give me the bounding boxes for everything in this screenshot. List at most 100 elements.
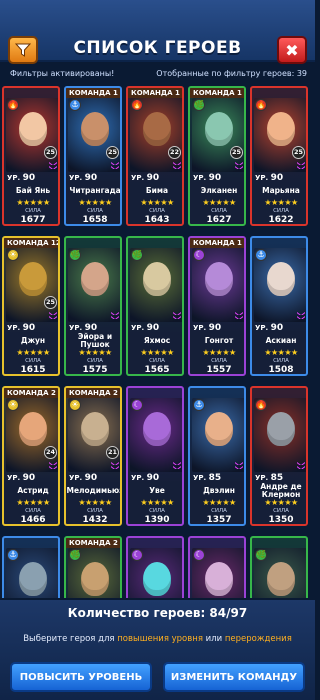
footer: Количество героев: 84/97 Выберите героя … — [0, 598, 315, 700]
page-title: СПИСОК ГЕРОЕВ — [73, 38, 242, 58]
hero-face — [205, 562, 233, 596]
level-prefix: УР. — [131, 474, 147, 482]
talent-badge: 25 — [292, 146, 305, 159]
hero-level: УР. 90 — [7, 323, 35, 333]
hero-card[interactable]: КОМАНДА 1 ⚓ 25 УР. 90 Читрангада ★★★★★ СИЛА 165… — [64, 86, 122, 226]
hero-face — [267, 412, 295, 446]
chevron-icon — [297, 316, 305, 319]
level-prefix: УР. — [7, 474, 23, 482]
chevron-icon — [49, 162, 57, 165]
hero-card[interactable]: ⚓ УР. 90 Аскиан ★★★★★ СИЛА 1508 — [250, 236, 308, 376]
hero-card[interactable]: КОМАНДА 2 🌿 — [64, 536, 122, 598]
element-icon: 🔥 — [255, 399, 267, 411]
rank-chevrons-icon — [173, 162, 181, 172]
star-rating: ★★★★★ — [202, 198, 236, 207]
hero-card[interactable]: 🌿 — [250, 536, 308, 598]
element-icon: 🌿 — [193, 99, 205, 111]
power-label: СИЛА — [273, 208, 289, 214]
hero-face — [143, 562, 171, 596]
hero-face — [267, 562, 295, 596]
level-value: 90 — [84, 173, 98, 183]
talent-badge: 21 — [106, 446, 119, 459]
hero-card[interactable]: ☾ — [126, 536, 184, 598]
star-rating: ★★★★★ — [140, 348, 174, 357]
hero-card[interactable]: 🔥 УР. 85 Андре де Клермон ★★★★★ СИЛА 1350 — [250, 386, 308, 526]
hero-level: УР. 90 — [131, 473, 159, 483]
level-prefix: УР. — [255, 324, 271, 332]
hero-level: УР. 90 — [255, 173, 283, 183]
chevron-icon — [297, 162, 305, 165]
rank-chevrons-icon — [111, 312, 119, 322]
element-icon: 🔥 — [131, 99, 143, 111]
header: СПИСОК ГЕРОЕВ ✖ — [0, 0, 315, 64]
hero-face — [267, 112, 295, 146]
hero-face — [19, 262, 47, 296]
hero-face — [81, 262, 109, 296]
element-icon: 🌿 — [69, 549, 81, 561]
filter-button[interactable] — [8, 36, 38, 64]
hero-card[interactable]: 🌿 УР. 90 Эйора и Пушок ★★★★★ СИЛА 1575 — [64, 236, 122, 376]
hero-card[interactable]: ☾ УР. 90 Уве ★★★★★ СИЛА 1390 — [126, 386, 184, 526]
chevron-icon — [111, 166, 119, 169]
hero-card[interactable]: ⚓ — [2, 536, 60, 598]
element-icon: ☾ — [193, 549, 205, 561]
chevron-icon — [173, 462, 181, 465]
level-prefix: УР. — [193, 174, 209, 182]
chevron-icon — [49, 166, 57, 169]
hero-card[interactable]: ⚓ УР. 85 Двэлин ★★★★★ СИЛА 1357 — [188, 386, 246, 526]
hero-face — [81, 412, 109, 446]
hero-card[interactable]: КОМАНДА 1 ☾ УР. 90 Гонгот ★★★★★ СИЛА 1557 — [188, 236, 246, 376]
level-up-button[interactable]: ПОВЫСИТЬ УРОВЕНЬ — [10, 662, 152, 692]
chevron-icon — [173, 166, 181, 169]
hint-text: Выберите героя для повышения уровня или … — [0, 634, 315, 644]
change-team-button[interactable]: ИЗМЕНИТЬ КОМАНДУ — [163, 662, 305, 692]
hero-face — [205, 262, 233, 296]
hero-power: 1357 — [206, 515, 232, 525]
star-rating: ★★★★★ — [78, 498, 112, 507]
level-prefix: УР. — [69, 474, 85, 482]
hero-card[interactable]: КОМАНДА 1 🔥 22 УР. 90 Бима ★★★★★ СИЛА 1643 — [126, 86, 184, 226]
star-rating: ★★★★★ — [264, 498, 298, 507]
hero-level: УР. 90 — [193, 173, 221, 183]
element-icon: ⚓ — [7, 549, 19, 561]
star-rating: ★★★★★ — [78, 198, 112, 207]
power-label: СИЛА — [149, 358, 165, 364]
filter-bar: Фильтры активированы! Отобранные по филь… — [0, 66, 315, 82]
hero-power: 1615 — [20, 365, 46, 375]
star-rating: ★★★★★ — [140, 498, 174, 507]
chevron-icon — [235, 462, 243, 465]
hero-card[interactable]: 🔥 25 УР. 90 Бай Янь ★★★★★ СИЛА 1677 — [2, 86, 60, 226]
hero-card[interactable]: КОМАНДА 1 🌿 25 УР. 90 Элканен ★★★★★ СИЛА 1627 — [188, 86, 246, 226]
hero-card[interactable]: КОМАНДА 2 ☀ 21 УР. 90 Мелодимьюз ★★★★★ СИЛА 143… — [64, 386, 122, 526]
chevron-icon — [49, 316, 57, 319]
element-icon: ☀ — [69, 399, 81, 411]
element-icon: ☾ — [131, 549, 143, 561]
level-value: 90 — [208, 173, 222, 183]
close-button[interactable]: ✖ — [277, 36, 307, 64]
hero-card[interactable]: 🔥 25 УР. 90 Марьяна ★★★★★ СИЛА 1622 — [250, 86, 308, 226]
chevron-icon — [49, 462, 57, 465]
hero-card[interactable]: КОМАНДА 2 ☀ 24 УР. 90 Астрид ★★★★★ СИЛА 1466 — [2, 386, 60, 526]
hero-power: 1622 — [268, 215, 294, 225]
chevron-icon — [235, 466, 243, 469]
hero-power: 1627 — [206, 215, 232, 225]
rank-chevrons-icon — [235, 162, 243, 172]
chevron-icon — [111, 462, 119, 465]
hero-level: УР. 90 — [69, 473, 97, 483]
filter-status: Фильтры активированы! — [10, 69, 115, 78]
filter-count: Отобранные по фильтру героев: 39 — [156, 69, 307, 78]
power-label: СИЛА — [87, 208, 103, 214]
rank-chevrons-icon — [49, 462, 57, 472]
power-label: СИЛА — [273, 358, 289, 364]
hero-card[interactable]: 🌿 УР. 90 Яхмос ★★★★★ СИЛА 1565 — [126, 236, 184, 376]
power-label: СИЛА — [211, 358, 227, 364]
chevron-icon — [297, 312, 305, 315]
talent-badge: 25 — [44, 146, 57, 159]
level-prefix: УР. — [7, 324, 23, 332]
hero-card[interactable]: ☾ — [188, 536, 246, 598]
hero-power: 1390 — [144, 515, 170, 525]
hero-card[interactable]: КОМАНДА 12 ☀ 25 УР. 90 Джун ★★★★★ СИЛА 1615 — [2, 236, 60, 376]
level-value: 90 — [146, 173, 160, 183]
level-prefix: УР. — [255, 174, 271, 182]
hero-level: УР. 90 — [193, 323, 221, 333]
